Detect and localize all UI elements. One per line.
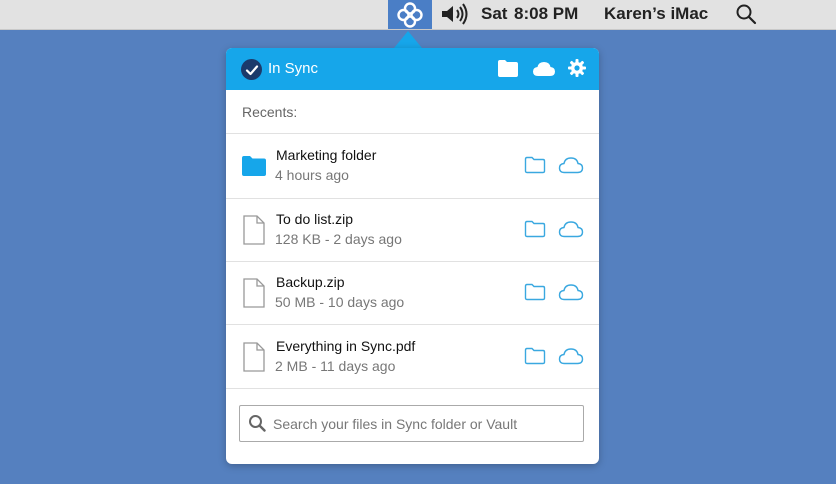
open-folder-icon[interactable] [524, 283, 546, 301]
file-icon [243, 342, 265, 372]
popup-caret [394, 31, 422, 48]
recent-item-todo-zip[interactable]: To do list.zip 128 KB - 2 days ago [226, 198, 599, 262]
file-icon [243, 278, 265, 308]
file-icon [243, 215, 265, 245]
item-name: Everything in Sync.pdf [276, 338, 416, 354]
item-meta: 2 MB - 11 days ago [275, 358, 396, 374]
recents-heading: Recents: [242, 104, 298, 120]
folder-icon[interactable] [497, 59, 519, 78]
gear-icon[interactable] [568, 59, 586, 77]
item-name: To do list.zip [276, 211, 354, 227]
item-meta: 4 hours ago [275, 167, 349, 183]
search-box[interactable] [239, 405, 584, 442]
menubar-user[interactable]: Karen’s iMac [604, 4, 708, 24]
cloud-link-icon[interactable] [558, 347, 584, 365]
item-meta: 128 KB - 2 days ago [275, 231, 402, 247]
item-name: Marketing folder [276, 147, 377, 163]
menubar-clock[interactable]: 8:08 PM [514, 4, 578, 24]
divider [226, 388, 599, 389]
open-folder-icon[interactable] [524, 220, 546, 238]
item-name: Backup.zip [276, 274, 345, 290]
menubar-day[interactable]: Sat [481, 4, 507, 24]
open-folder-icon[interactable] [524, 347, 546, 365]
menu-bar: Sat 8:08 PM Karen’s iMac [0, 0, 836, 30]
search-input[interactable] [273, 406, 573, 441]
cloud-link-icon[interactable] [558, 283, 584, 301]
sync-app-menu-icon[interactable] [388, 0, 432, 29]
sync-app-icon [397, 1, 423, 28]
recent-item-marketing-folder[interactable]: Marketing folder 4 hours ago [226, 134, 599, 198]
check-circle-icon [241, 59, 262, 80]
volume-icon[interactable] [440, 3, 470, 25]
magnifier-icon[interactable] [735, 3, 757, 25]
folder-icon [242, 156, 266, 176]
popup-header: In Sync [226, 48, 599, 90]
cloud-link-icon[interactable] [558, 156, 584, 174]
cloud-link-icon[interactable] [558, 220, 584, 238]
open-folder-icon[interactable] [524, 156, 546, 174]
cloud-icon[interactable] [532, 60, 556, 77]
sync-popup: In Sync Recents: Marketing folder 4 hour… [226, 48, 599, 464]
search-icon [249, 415, 266, 432]
item-meta: 50 MB - 10 days ago [275, 294, 405, 310]
recent-item-backup-zip[interactable]: Backup.zip 50 MB - 10 days ago [226, 261, 599, 325]
sync-status-label: In Sync [268, 60, 319, 77]
recent-item-everything-pdf[interactable]: Everything in Sync.pdf 2 MB - 11 days ag… [226, 325, 599, 389]
